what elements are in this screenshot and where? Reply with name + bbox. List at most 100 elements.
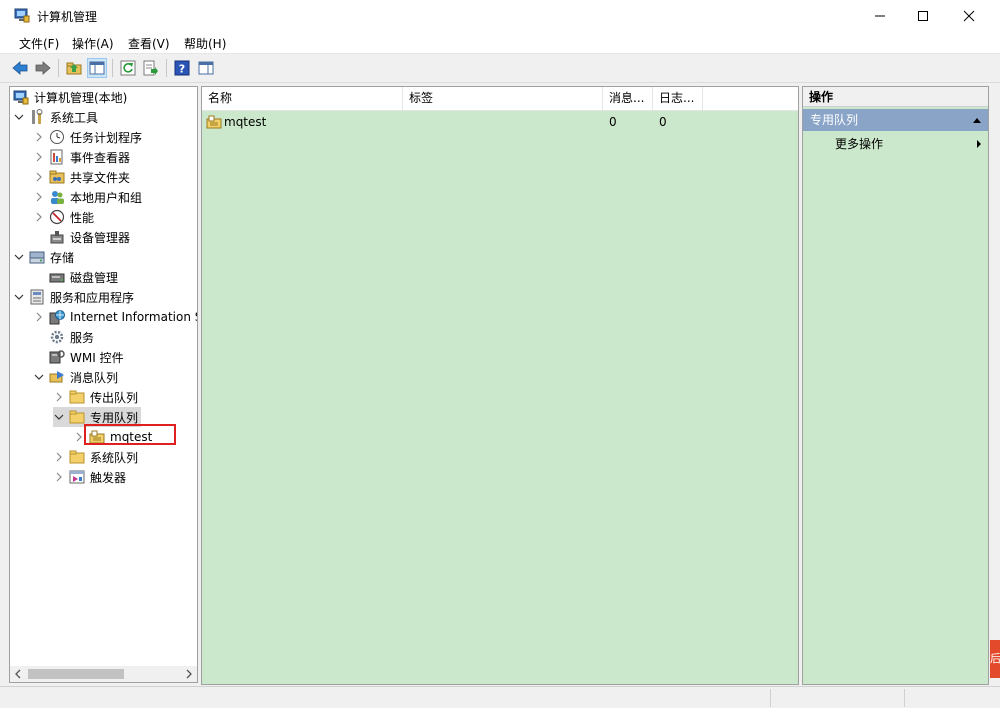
iis-icon — [49, 309, 65, 325]
maximize-icon — [918, 10, 928, 21]
actions-section-label: 专用队列 — [810, 113, 859, 127]
trigger-icon — [69, 469, 85, 485]
menu-action[interactable]: 操作(A) — [72, 35, 114, 52]
tree-node-task-scheduler[interactable]: 任务计划程序 — [33, 127, 142, 147]
tree-node-wmi[interactable]: WMI 控件 — [49, 347, 124, 367]
chevron-down-icon[interactable] — [13, 251, 25, 263]
tree-label: 系统工具 — [50, 110, 99, 125]
tree-node-system-queues[interactable]: 系统队列 — [53, 447, 138, 467]
forward-button[interactable] — [33, 58, 53, 78]
tree-horizontal-scrollbar[interactable] — [10, 666, 197, 682]
refresh-button[interactable] — [118, 58, 138, 78]
status-divider — [770, 689, 771, 707]
export-list-button[interactable] — [141, 58, 161, 78]
highlight-box — [84, 424, 176, 445]
result-list[interactable]: 名称 标签 消息... 日志... mqtest 0 0 — [201, 86, 799, 685]
actions-pane: 操作 专用队列 更多操作 — [802, 86, 989, 685]
collapse-up-icon[interactable] — [972, 116, 982, 124]
console-tree[interactable]: 计算机管理(本地) 系统工具 任务计划程序 事件查看器 共享文件夹 本地用户和组… — [9, 86, 198, 683]
chevron-down-icon[interactable] — [53, 411, 65, 423]
submenu-arrow-icon — [977, 140, 981, 148]
menu-file[interactable]: 文件(F) — [19, 35, 59, 52]
minimize-button[interactable] — [857, 0, 903, 31]
tree-node-services[interactable]: 服务 — [49, 327, 94, 347]
scroll-thumb[interactable] — [28, 669, 124, 679]
tree-node-iis[interactable]: Internet Information S — [33, 307, 198, 327]
folder-icon — [69, 449, 85, 465]
maximize-button[interactable] — [900, 0, 946, 31]
menu-help[interactable]: 帮助(H) — [184, 35, 226, 52]
tree-node-root[interactable]: 计算机管理(本地) — [13, 87, 127, 107]
tree-node-shared-folders[interactable]: 共享文件夹 — [33, 167, 130, 187]
tree-label: 共享文件夹 — [70, 170, 131, 185]
toolbar-separator — [112, 59, 113, 77]
device-manager-icon — [49, 229, 65, 245]
show-hide-tree-button[interactable] — [87, 58, 107, 78]
chevron-right-icon[interactable] — [33, 131, 45, 143]
scroll-right-icon[interactable] — [186, 669, 192, 679]
tree-node-disk-management[interactable]: 磁盘管理 — [49, 267, 118, 287]
tree-label: 磁盘管理 — [70, 270, 119, 285]
tree-label: 本地用户和组 — [70, 190, 143, 205]
back-button[interactable] — [10, 58, 30, 78]
svg-text:?: ? — [179, 63, 185, 76]
chevron-down-icon[interactable] — [33, 371, 45, 383]
tree-node-message-queuing[interactable]: 消息队列 — [33, 367, 118, 387]
tree-node-services-apps[interactable]: 服务和应用程序 — [13, 287, 134, 307]
scroll-left-icon[interactable] — [15, 669, 21, 679]
shared-folder-icon — [49, 169, 65, 185]
tree-label: 传出队列 — [90, 390, 139, 405]
tree-node-performance[interactable]: 性能 — [33, 207, 94, 227]
row-name-cell[interactable]: mqtest — [206, 113, 266, 131]
tree-label: 事件查看器 — [70, 150, 131, 165]
chevron-right-icon[interactable] — [33, 211, 45, 223]
chevron-right-icon[interactable] — [33, 151, 45, 163]
status-divider — [904, 689, 905, 707]
more-actions-label: 更多操作 — [835, 137, 884, 151]
tree-node-local-users-groups[interactable]: 本地用户和组 — [33, 187, 142, 207]
tree-node-device-manager[interactable]: 设备管理器 — [49, 227, 130, 247]
tree-node-triggers[interactable]: 触发器 — [53, 467, 126, 487]
column-header-label[interactable]: 标签 — [403, 87, 603, 110]
gear-icon — [49, 329, 65, 345]
properties-pane-button[interactable] — [196, 58, 216, 78]
chevron-right-icon[interactable] — [33, 191, 45, 203]
tree-label: 服务 — [70, 330, 95, 345]
close-icon — [963, 10, 975, 21]
window-bottom-edge — [0, 708, 1000, 715]
help-button[interactable]: ? — [172, 58, 192, 78]
close-button[interactable] — [946, 0, 992, 31]
chevron-down-icon[interactable] — [13, 291, 25, 303]
actions-section-private-queues[interactable]: 专用队列 — [803, 109, 988, 131]
menu-bar: 文件(F) 操作(A) 查看(V) 帮助(H) — [0, 31, 1000, 54]
chevron-right-icon[interactable] — [53, 391, 65, 403]
tree-label: Internet Information S — [70, 310, 198, 324]
tree-node-system-tools[interactable]: 系统工具 — [13, 107, 98, 127]
column-header-messages[interactable]: 消息... — [603, 87, 653, 110]
chevron-right-icon[interactable] — [33, 171, 45, 183]
tree-node-outgoing-queues[interactable]: 传出队列 — [53, 387, 138, 407]
more-actions-item[interactable]: 更多操作 — [835, 135, 883, 153]
up-one-level-button[interactable] — [64, 58, 84, 78]
tree-label: 专用队列 — [90, 410, 139, 425]
tree-label: 计算机管理(本地) — [34, 90, 128, 105]
edge-fragment-text: 后 — [990, 652, 1000, 665]
folder-icon — [69, 389, 85, 405]
disk-management-icon — [49, 269, 65, 285]
users-icon — [49, 189, 65, 205]
tree-node-storage[interactable]: 存储 — [13, 247, 74, 267]
tree-node-event-viewer[interactable]: 事件查看器 — [33, 147, 130, 167]
chevron-right-icon[interactable] — [33, 311, 45, 323]
tree-label: 性能 — [70, 210, 95, 225]
column-header-name[interactable]: 名称 — [202, 87, 403, 110]
clock-icon — [49, 129, 65, 145]
toolbar-separator — [58, 59, 59, 77]
export-list-icon — [143, 60, 158, 76]
menu-view[interactable]: 查看(V) — [128, 35, 170, 52]
queue-icon — [206, 114, 222, 130]
chevron-right-icon[interactable] — [53, 471, 65, 483]
chevron-right-icon[interactable] — [53, 451, 65, 463]
minimize-icon — [875, 15, 885, 16]
chevron-down-icon[interactable] — [13, 111, 25, 123]
column-header-journal[interactable]: 日志... — [653, 87, 703, 110]
